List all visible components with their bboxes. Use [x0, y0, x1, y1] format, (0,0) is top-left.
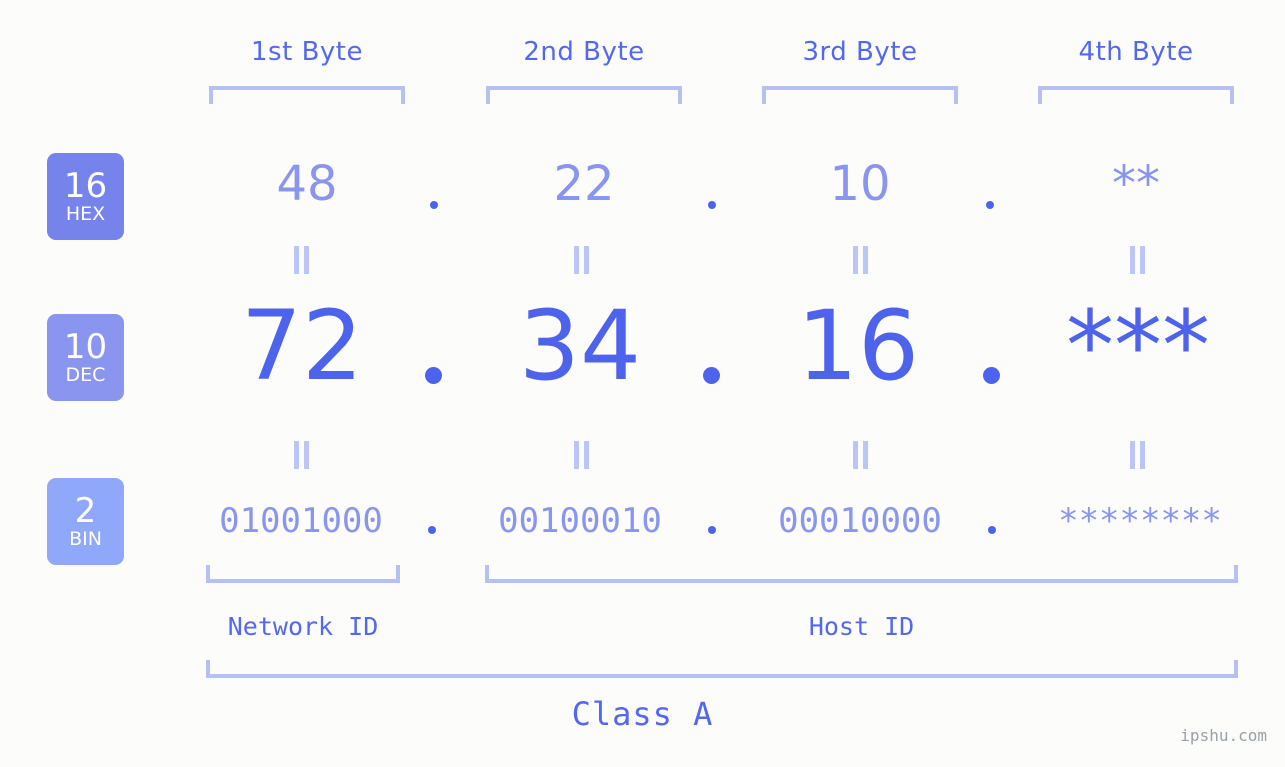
bin-octet-3: 00010000	[778, 501, 942, 541]
byte-bracket-3	[762, 86, 958, 104]
base-badge-bin-number: 2	[74, 490, 97, 531]
base-badge-dec-name: DEC	[65, 363, 106, 386]
dec-octet-3: 16	[796, 290, 920, 402]
host-id-label: Host ID	[808, 612, 915, 641]
base-badge-bin: 2 BIN	[47, 478, 124, 565]
hex-separator-1	[421, 192, 447, 218]
base-badge-dec-number: 10	[63, 326, 108, 367]
bin-octet-1: 01001000	[219, 501, 383, 541]
host-id-bracket	[485, 565, 1238, 583]
byte-header-3: 3rd Byte	[802, 37, 918, 67]
dec-octet-2: 34	[518, 290, 642, 402]
base-badge-hex: 16 HEX	[47, 153, 124, 240]
network-id-bracket	[206, 565, 400, 583]
site-watermark: ipshu.com	[1180, 726, 1267, 745]
class-bracket	[206, 660, 1238, 678]
equals-marker-hex-dec-2	[570, 246, 592, 274]
ip-address-breakdown-diagram: 1st Byte 2nd Byte 3rd Byte 4th Byte 16 H…	[0, 0, 1285, 767]
hex-separator-3	[977, 192, 1003, 218]
hex-separator-2	[699, 192, 725, 218]
dec-separator-1	[417, 355, 449, 387]
bin-separator-2	[700, 512, 724, 536]
hex-octet-1: 48	[276, 156, 338, 212]
hex-octet-2: 22	[553, 156, 615, 212]
dec-octet-1: 72	[240, 290, 364, 402]
equals-marker-dec-bin-3	[849, 441, 871, 469]
bin-octet-2: 00100010	[498, 501, 662, 541]
dec-separator-2	[695, 355, 727, 387]
network-id-label: Network ID	[227, 612, 379, 641]
base-badge-hex-number: 16	[63, 165, 108, 206]
bin-separator-1	[420, 512, 444, 536]
base-badge-bin-name: BIN	[69, 527, 102, 550]
equals-marker-hex-dec-4	[1126, 246, 1148, 274]
dec-octet-4: ***	[1066, 290, 1210, 402]
dec-separator-3	[975, 355, 1007, 387]
byte-bracket-4	[1038, 86, 1234, 104]
base-badge-dec: 10 DEC	[47, 314, 124, 401]
equals-marker-dec-bin-2	[570, 441, 592, 469]
equals-marker-dec-bin-4	[1126, 441, 1148, 469]
byte-bracket-2	[486, 86, 682, 104]
hex-octet-4: **	[1112, 156, 1160, 212]
byte-header-4: 4th Byte	[1078, 37, 1194, 67]
equals-marker-dec-bin-1	[290, 441, 312, 469]
class-label: Class A	[571, 695, 714, 733]
hex-octet-3: 10	[829, 156, 891, 212]
byte-bracket-1	[209, 86, 405, 104]
bin-octet-4: ********	[1058, 501, 1222, 541]
byte-header-2: 2nd Byte	[523, 37, 645, 67]
equals-marker-hex-dec-3	[849, 246, 871, 274]
equals-marker-hex-dec-1	[290, 246, 312, 274]
bin-separator-3	[980, 512, 1004, 536]
base-badge-hex-name: HEX	[65, 202, 106, 225]
byte-header-1: 1st Byte	[251, 37, 363, 67]
